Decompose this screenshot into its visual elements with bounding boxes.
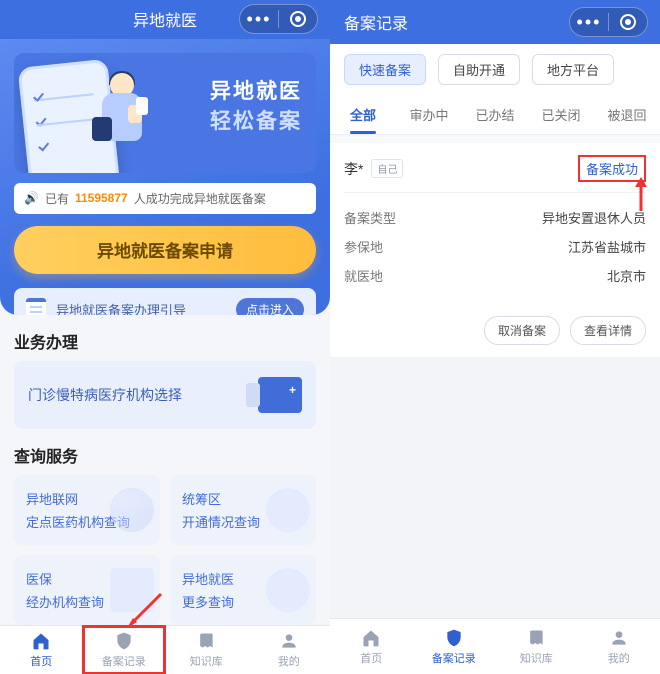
- miniapp-capsule-right[interactable]: •••: [569, 7, 648, 37]
- section-query: 查询服务: [0, 429, 330, 475]
- record-row: 备案类型异地安置退休人员: [344, 203, 646, 232]
- hero-banner: 异地就医 轻松备案 🔊 已有 11595877 人成功完成异地就医备案 异地就医…: [0, 39, 330, 315]
- cancel-button[interactable]: 取消备案: [484, 316, 560, 345]
- self-tag: 自己: [371, 159, 403, 178]
- tab-record[interactable]: 备案记录: [413, 619, 496, 674]
- card-chronic-label: 门诊慢特病医疗机构选择: [28, 385, 182, 405]
- more-icon[interactable]: •••: [240, 4, 278, 34]
- hospital-icon: +: [258, 377, 302, 413]
- header: 异地就医 •••: [0, 0, 330, 39]
- shield-icon: [114, 631, 134, 651]
- record-name: 李*: [344, 159, 363, 179]
- tab-done[interactable]: 已办结: [462, 95, 528, 134]
- pill-self[interactable]: 自助开通: [438, 54, 520, 85]
- hero-line2: 轻松备案: [210, 105, 302, 135]
- tab-knowledge[interactable]: 知识库: [495, 619, 578, 674]
- header-title: 异地就医: [133, 7, 197, 31]
- miniapp-capsule[interactable]: •••: [239, 4, 318, 34]
- tab-mine[interactable]: 我的: [578, 619, 660, 674]
- record-rows: 备案类型异地安置退休人员 参保地江苏省盐城市 就医地北京市: [344, 193, 646, 296]
- user-icon: [279, 631, 299, 651]
- tab-mine[interactable]: 我的: [248, 626, 331, 674]
- qcard-region[interactable]: 统筹区 开通情况查询: [170, 475, 316, 545]
- tab-home[interactable]: 首页: [330, 619, 413, 674]
- tabbar-left: 首页 备案记录 知识库 我的: [0, 625, 330, 674]
- home-icon: [31, 631, 51, 651]
- hero-line1: 异地就医: [210, 75, 302, 105]
- stat-prefix: 已有: [45, 190, 69, 207]
- tab-all[interactable]: 全部: [330, 95, 396, 134]
- stat-row: 🔊 已有 11595877 人成功完成异地就医备案: [14, 183, 316, 214]
- tab-rejected[interactable]: 被退回: [594, 95, 660, 134]
- qcard-network[interactable]: 异地联网 定点医药机构查询: [14, 475, 160, 545]
- guide-row[interactable]: 异地就医备案办理引导 点击进入: [14, 288, 316, 315]
- tab-knowledge[interactable]: 知识库: [165, 626, 248, 674]
- person-illustration: [94, 73, 152, 163]
- book-icon: [526, 628, 546, 648]
- more-icon[interactable]: •••: [570, 7, 608, 37]
- close-target-icon[interactable]: [279, 4, 317, 34]
- doc-icon: [110, 568, 154, 612]
- stat-number: 11595877: [75, 191, 128, 205]
- left-screen: 异地就医 ••• 异地就医 轻松备案 🔊 已有 11595877 人成功完成异地…: [0, 0, 330, 674]
- record-card[interactable]: 李* 自己 备案成功 备案类型异地安置退休人员 参保地江苏省盐城市 就医地北京市: [330, 143, 660, 308]
- pill-icon: [110, 488, 154, 532]
- tab-record[interactable]: 备案记录: [83, 626, 166, 674]
- guide-doc-icon: [26, 298, 46, 315]
- record-status: 备案成功: [578, 155, 646, 182]
- home-icon: [361, 628, 381, 648]
- record-row: 就医地北京市: [344, 261, 646, 290]
- tab-closed[interactable]: 已关闭: [528, 95, 594, 134]
- pin-icon: [266, 488, 310, 532]
- section-business: 业务办理: [0, 315, 330, 361]
- pill-quick[interactable]: 快速备案: [344, 54, 426, 85]
- stat-suffix: 人成功完成异地就医备案: [134, 190, 266, 207]
- search-icon: [266, 568, 310, 612]
- tab-processing[interactable]: 审办中: [396, 95, 462, 134]
- qcard-more[interactable]: 异地就医 更多查询: [170, 555, 316, 625]
- guide-label: 异地就医备案办理引导: [56, 300, 186, 315]
- record-row: 参保地江苏省盐城市: [344, 232, 646, 261]
- header-title-right: 备案记录: [344, 10, 408, 34]
- record-actions: 取消备案 查看详情: [330, 308, 660, 357]
- qcard-agency[interactable]: 医保 经办机构查询: [14, 555, 160, 625]
- guide-pill[interactable]: 点击进入: [236, 298, 304, 315]
- apply-button[interactable]: 异地就医备案申请: [14, 226, 316, 274]
- pill-local[interactable]: 地方平台: [532, 54, 614, 85]
- right-screen: 备案记录 ••• 快速备案 自助开通 地方平台 全部 审办中 已办结 已关闭 被…: [330, 0, 660, 674]
- user-icon: [609, 628, 629, 648]
- status-tabs: 全部 审办中 已办结 已关闭 被退回: [330, 95, 660, 135]
- detail-button[interactable]: 查看详情: [570, 316, 646, 345]
- card-chronic[interactable]: 门诊慢特病医疗机构选择 +: [14, 361, 316, 429]
- tabbar-right: 首页 备案记录 知识库 我的: [330, 618, 660, 674]
- close-target-icon[interactable]: [609, 7, 647, 37]
- speaker-icon: 🔊: [24, 191, 39, 205]
- shield-icon: [444, 628, 464, 648]
- header-right: 备案记录 •••: [330, 0, 660, 44]
- book-icon: [196, 631, 216, 651]
- pill-row: 快速备案 自助开通 地方平台: [330, 44, 660, 95]
- tab-home[interactable]: 首页: [0, 626, 83, 674]
